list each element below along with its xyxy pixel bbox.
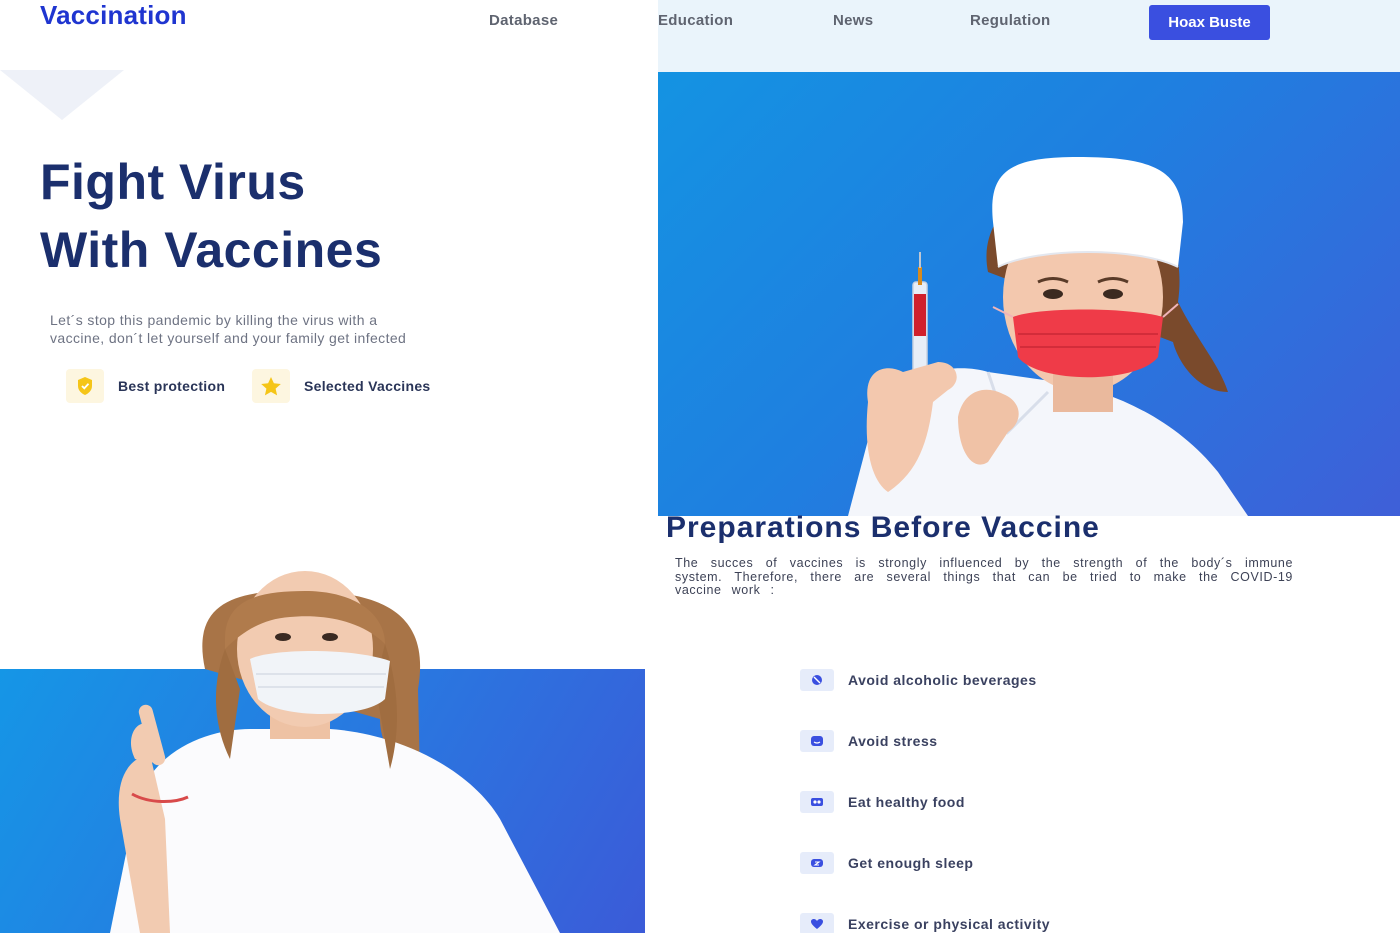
list-item: Avoid stress xyxy=(800,729,938,753)
tip-label: Eat healthy food xyxy=(848,794,965,810)
lower-photo-woman xyxy=(0,519,650,933)
feature-selected-vaccines: Selected Vaccines xyxy=(252,369,431,403)
feature-label: Selected Vaccines xyxy=(304,378,431,394)
hero-photo-nurse xyxy=(658,72,1400,516)
list-item: Exercise or physical activity xyxy=(800,912,1050,933)
woman-illustration xyxy=(110,571,560,933)
no-alcohol-icon xyxy=(800,669,834,691)
list-item: Avoid alcoholic beverages xyxy=(800,668,1037,692)
list-item: Eat healthy food xyxy=(800,790,965,814)
heart-icon xyxy=(800,913,834,933)
preparations-text: The succes of vaccines is strongly influ… xyxy=(675,556,1293,597)
tip-label: Exercise or physical activity xyxy=(848,916,1051,932)
hero-headline: Fight Virus With Vaccines xyxy=(40,148,560,284)
nav-link-regulation[interactable]: Regulation xyxy=(970,12,1051,34)
star-icon xyxy=(252,369,290,403)
preparations-title: Preparations Before Vaccine xyxy=(666,511,1100,544)
calm-icon xyxy=(800,730,834,752)
feature-best-protection: Best protection xyxy=(66,369,225,403)
hero-section: Vaccination Database Education News Regu… xyxy=(0,0,1400,516)
decorative-triangle xyxy=(0,70,124,120)
shield-icon xyxy=(66,369,104,403)
nav-link-database[interactable]: Database xyxy=(489,12,558,34)
tip-label: Avoid stress xyxy=(848,733,938,749)
list-item: Get enough sleep xyxy=(800,851,973,875)
food-icon xyxy=(800,791,834,813)
nav-background-strip xyxy=(658,0,1400,72)
hoax-buster-button[interactable]: Hoax Buste xyxy=(1149,5,1270,40)
nurse-illustration xyxy=(848,157,1248,516)
hero-lead-text: Let´s stop this pandemic by killing the … xyxy=(50,312,407,346)
headline-line-1: Fight Virus xyxy=(40,154,306,210)
headline-line-2: With Vaccines xyxy=(40,222,383,278)
feature-label: Best protection xyxy=(118,378,226,394)
nav-link-news[interactable]: News xyxy=(833,12,873,34)
tip-label: Avoid alcoholic beverages xyxy=(848,672,1037,688)
sleep-icon xyxy=(800,852,834,874)
tip-label: Get enough sleep xyxy=(848,855,974,871)
nav-link-education[interactable]: Education xyxy=(658,12,733,34)
brand-logo[interactable]: Vaccination xyxy=(40,0,187,30)
